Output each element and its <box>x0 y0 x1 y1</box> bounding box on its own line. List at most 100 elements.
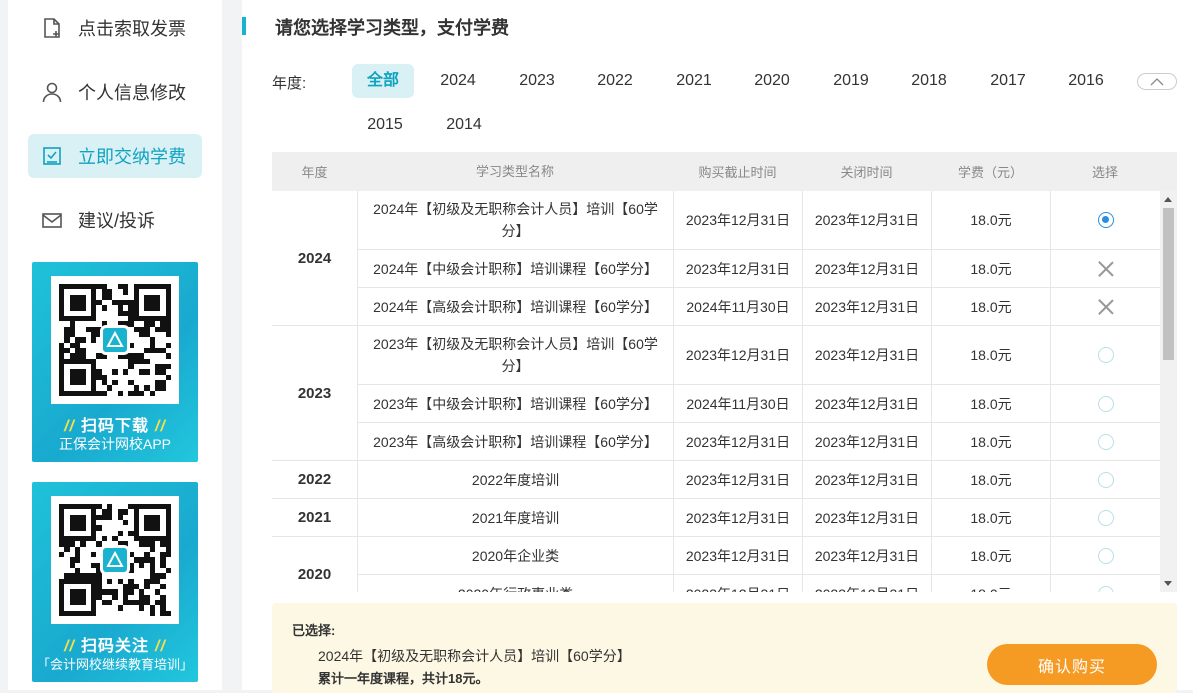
buy-deadline: 2024年11月30日 <box>673 385 802 422</box>
sidebar: 点击索取发票 个人信息修改 立即交纳学费 建议/投诉 //扫码下载// 正保会计… <box>8 0 222 690</box>
year-filter-all[interactable]: 全部 <box>352 64 414 98</box>
title-accent-bar <box>242 17 246 35</box>
sidebar-item-feedback[interactable]: 建议/投诉 <box>28 198 202 242</box>
buy-deadline: 2023年12月31日 <box>673 537 802 574</box>
summary-selected-item: 2024年【初级及无职称会计人员】培训【60学分】 <box>318 648 631 664</box>
table-row[interactable]: 2021年度培训 2023年12月31日 2023年12月31日 18.0元 <box>272 499 1160 537</box>
buy-deadline: 2023年12月31日 <box>673 423 802 460</box>
year-filter-label: 年度: <box>272 75 307 92</box>
main-panel: 请您选择学习类型，支付学费 年度: 全部 2024 2023 2022 2021… <box>242 0 1193 693</box>
qr-title: 扫码关注 <box>80 638 149 655</box>
course-name: 2020年行政事业类 <box>357 575 673 592</box>
select-cell[interactable] <box>1050 385 1160 422</box>
table-row[interactable]: 2022年度培训 2023年12月31日 2023年12月31日 18.0元 <box>272 461 1160 499</box>
scroll-down-arrow[interactable] <box>1164 581 1172 586</box>
select-cell[interactable] <box>1050 288 1160 325</box>
buy-deadline: 2023年12月31日 <box>673 461 802 498</box>
course-name: 2023年【初级及无职称会计人员】培训【60学分】 <box>357 326 673 384</box>
year-filter-2019[interactable]: 2019 <box>820 64 882 98</box>
qr-subtitle: 正保会计网校APP <box>58 436 171 452</box>
select-radio[interactable] <box>1097 347 1114 363</box>
sidebar-item-pay-tuition[interactable]: 立即交纳学费 <box>28 134 202 178</box>
year-filter-2015[interactable]: 2015 <box>354 108 416 142</box>
fee: 18.0元 <box>931 575 1050 592</box>
course-name: 2021年度培训 <box>357 499 673 536</box>
year-filter-2022[interactable]: 2022 <box>584 64 646 98</box>
course-name: 2023年【高级会计职称】培训课程【60学分】 <box>357 423 673 460</box>
buy-deadline: 2023年12月31日 <box>673 250 802 287</box>
year-group-label: 2021 <box>272 499 357 537</box>
year-filter-2023[interactable]: 2023 <box>506 64 568 98</box>
close-time: 2023年12月31日 <box>802 191 931 249</box>
year-group-label: 2024 <box>272 191 357 326</box>
fee: 18.0元 <box>931 191 1050 249</box>
sidebar-item-invoice[interactable]: 点击索取发票 <box>28 6 202 50</box>
course-name: 2022年度培训 <box>357 461 673 498</box>
sidebar-item-label: 建议/投诉 <box>78 211 156 231</box>
close-time: 2023年12月31日 <box>802 423 931 460</box>
buy-deadline: 2023年12月31日 <box>673 326 802 384</box>
sidebar-item-profile[interactable]: 个人信息修改 <box>28 70 202 114</box>
year-group-label: 2020 <box>272 537 357 592</box>
select-cell[interactable] <box>1050 191 1160 249</box>
table-row[interactable]: 2023年【初级及无职称会计人员】培训【60学分】 2023年12月31日 2023… <box>272 326 1160 385</box>
close-time: 2023年12月31日 <box>802 537 931 574</box>
table-row[interactable]: 2020年企业类 2023年12月31日 2023年12月31日 18.0元 <box>272 537 1160 575</box>
year-filter-2016[interactable]: 2016 <box>1055 64 1117 98</box>
select-radio[interactable] <box>1097 509 1114 526</box>
collapse-years-button[interactable] <box>1137 73 1177 90</box>
qr-title: 扫码下载 <box>80 418 149 435</box>
year-group-label: 2022 <box>272 461 357 499</box>
fee: 18.0元 <box>931 499 1050 536</box>
course-name: 2024年【中级会计职称】培训课程【60学分】 <box>357 250 673 287</box>
select-cell[interactable] <box>1050 423 1160 460</box>
course-name: 2024年【初级及无职称会计人员】培训【60学分】 <box>357 191 673 249</box>
select-radio[interactable] <box>1097 212 1114 228</box>
buy-deadline: 2023年12月31日 <box>673 191 802 249</box>
select-radio[interactable] <box>1097 547 1114 564</box>
select-radio[interactable] <box>1097 471 1114 488</box>
select-cell[interactable] <box>1050 537 1160 574</box>
select-radio[interactable] <box>1097 585 1114 592</box>
sidebar-item-label: 个人信息修改 <box>78 83 186 103</box>
unavailable-icon <box>1098 299 1114 315</box>
select-cell[interactable] <box>1050 461 1160 498</box>
table-row[interactable]: 2024年【中级会计职称】培训课程【60学分】 2023年12月31日 2023年1… <box>272 250 1160 288</box>
select-radio[interactable] <box>1097 395 1114 412</box>
scroll-thumb[interactable] <box>1163 208 1174 360</box>
table-header: 年度 学习类型名称 购买截止时间 关闭时间 学费（元） 选择 <box>272 152 1177 191</box>
table-row[interactable]: 2023年【中级会计职称】培训课程【60学分】 2024年11月30日 2023年1… <box>272 385 1160 423</box>
page-title: 请您选择学习类型，支付学费 <box>275 18 509 38</box>
header-fee: 学费（元） <box>957 165 1023 180</box>
select-cell[interactable] <box>1050 575 1160 592</box>
summary-total: 累计一年度课程，共计18元。 <box>318 671 489 686</box>
select-cell[interactable] <box>1050 499 1160 536</box>
year-filter-2014[interactable]: 2014 <box>433 108 495 142</box>
table-row[interactable]: 2024年【高级会计职称】培训课程【60学分】 2024年11月30日 2023年1… <box>272 288 1160 326</box>
fee: 18.0元 <box>931 326 1050 384</box>
table-row[interactable]: 2023年【高级会计职称】培训课程【60学分】 2023年12月31日 2023年1… <box>272 423 1160 461</box>
confirm-purchase-button[interactable]: 确认购买 <box>987 644 1157 685</box>
summary-label: 已选择: <box>292 623 336 638</box>
year-filter-2024[interactable]: 2024 <box>427 64 489 98</box>
fee: 18.0元 <box>931 250 1050 287</box>
close-time: 2023年12月31日 <box>802 385 931 422</box>
year-filter-2017[interactable]: 2017 <box>977 64 1039 98</box>
table-row[interactable]: 2024年【初级及无职称会计人员】培训【60学分】 2023年12月31日 2023… <box>272 191 1160 250</box>
table-scrollbar[interactable] <box>1160 191 1177 592</box>
select-cell[interactable] <box>1050 250 1160 287</box>
scroll-up-arrow[interactable] <box>1164 197 1172 202</box>
select-radio[interactable] <box>1097 433 1114 450</box>
fee: 18.0元 <box>931 461 1050 498</box>
close-time: 2023年12月31日 <box>802 575 931 592</box>
select-cell[interactable] <box>1050 326 1160 384</box>
unavailable-icon <box>1098 261 1114 277</box>
year-filter-2018[interactable]: 2018 <box>898 64 960 98</box>
table-row[interactable]: 2020年行政事业类2023年12月31日2023年12月31日18.0元 <box>272 575 1160 592</box>
course-name: 2023年【中级会计职称】培训课程【60学分】 <box>357 385 673 422</box>
year-filter-2021[interactable]: 2021 <box>663 64 725 98</box>
fee: 18.0元 <box>931 288 1050 325</box>
header-year: 年度 <box>301 165 328 180</box>
year-filter-2020[interactable]: 2020 <box>741 64 803 98</box>
invoice-icon <box>40 16 64 40</box>
